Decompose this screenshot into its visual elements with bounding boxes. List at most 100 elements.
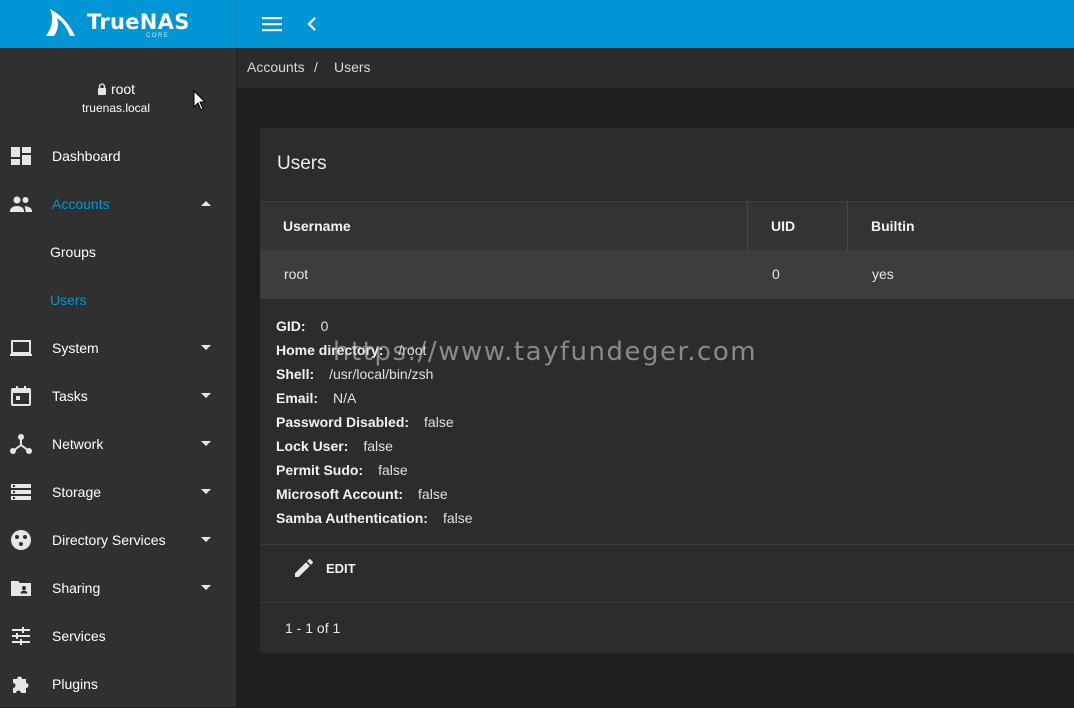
sidebar-item-storage[interactable]: Storage: [0, 468, 236, 516]
dashboard-icon: [11, 147, 31, 165]
logo-text: TrueNAS: [87, 10, 190, 34]
sidebar-item-label: Tasks: [52, 388, 88, 404]
edit-button-label: EDIT: [326, 560, 356, 576]
detail-key: Email:: [276, 390, 319, 406]
calendar-icon: [11, 386, 31, 406]
truenas-logo[interactable]: TrueNAS CORE: [0, 0, 236, 48]
chevron-left-icon: [307, 17, 316, 31]
sidebar-item-label: Network: [52, 436, 104, 452]
divider: [260, 602, 1074, 603]
sidebar-item-tasks[interactable]: Tasks: [0, 372, 236, 420]
sidebar-item-label: System: [52, 340, 99, 356]
sidebar-item-label: Groups: [50, 244, 96, 260]
sidebar-item-label: Sharing: [52, 580, 101, 596]
detail-key: Lock User:: [276, 438, 349, 454]
detail-value: 0: [320, 318, 329, 334]
detail-key: Shell:: [276, 366, 315, 382]
tune-icon: [12, 627, 30, 645]
edit-button[interactable]: EDIT: [292, 556, 356, 580]
sidebar-item-system[interactable]: System: [0, 324, 236, 372]
chevron-down-icon: [201, 345, 211, 350]
shared-folder-icon: [11, 581, 31, 596]
column-header-builtin[interactable]: Builtin: [871, 218, 915, 234]
chevron-down-icon: [201, 489, 211, 494]
detail-key: Samba Authentication:: [276, 510, 428, 526]
sidebar-item-network[interactable]: Network: [0, 420, 236, 468]
detail-permit-sudo: Permit Sudo: false: [276, 462, 473, 486]
detail-value: false: [442, 510, 473, 526]
sidebar-item-users[interactable]: Users: [0, 276, 236, 324]
detail-key: Home directory:: [276, 342, 384, 358]
chevron-down-icon: [201, 585, 211, 590]
directory-icon: [11, 530, 31, 550]
sidebar-item-dashboard[interactable]: Dashboard: [0, 132, 236, 180]
storage-icon: [11, 484, 31, 500]
detail-value: /root: [398, 342, 427, 358]
detail-gid: GID: 0: [276, 318, 473, 342]
sidebar-item-label: Directory Services: [52, 532, 166, 548]
paginator-range: 1 - 1 of 1: [285, 620, 341, 636]
truenas-fin-icon: [46, 9, 75, 36]
sidebar-item-accounts[interactable]: Accounts: [0, 180, 236, 228]
sidebar-item-directory-services[interactable]: Directory Services: [0, 516, 236, 564]
column-divider: [847, 202, 848, 250]
detail-shell: Shell: /usr/local/bin/zsh: [276, 366, 473, 390]
detail-key: Microsoft Account:: [276, 486, 404, 502]
table-row[interactable]: root 0 yes: [260, 250, 1074, 299]
sidebar-item-label: Storage: [52, 484, 102, 500]
cell-builtin: yes: [872, 266, 894, 282]
chevron-down-icon: [201, 537, 211, 542]
chevron-down-icon: [201, 393, 211, 398]
sidebar-item-services[interactable]: Services: [0, 612, 236, 660]
detail-samba-authentication: Samba Authentication: false: [276, 510, 473, 534]
pencil-icon: [295, 558, 313, 577]
detail-key: GID:: [276, 318, 306, 334]
page-title: Users: [277, 153, 327, 174]
detail-password-disabled: Password Disabled: false: [276, 414, 473, 438]
breadcrumb: Accounts / Users: [237, 48, 1074, 88]
chevron-down-icon: [201, 441, 211, 446]
mouse-cursor-icon: [193, 90, 207, 111]
cell-username: root: [284, 266, 309, 282]
column-header-username[interactable]: Username: [283, 218, 351, 234]
detail-value: /usr/local/bin/zsh: [329, 366, 434, 382]
detail-home-directory: Home directory: /root: [276, 342, 473, 366]
users-card: Users Username UID Builtin root 0 yes GI…: [260, 128, 1074, 653]
sidebar: root truenas.local Dashboard Accounts Gr…: [0, 48, 236, 707]
puzzle-icon: [13, 676, 29, 693]
cell-uid: 0: [772, 266, 780, 282]
hamburger-icon: [262, 17, 282, 32]
breadcrumb-current: Users: [334, 59, 371, 75]
detail-value: false: [378, 462, 408, 478]
sidebar-item-label: Dashboard: [52, 148, 121, 164]
topbar-divider: [236, 0, 237, 48]
user-details: GID: 0 Home directory: /root Shell: /usr/lo…: [276, 318, 473, 534]
sidebar-item-label: Users: [50, 292, 87, 308]
network-icon: [10, 434, 32, 454]
user-info: root truenas.local: [0, 48, 236, 128]
detail-key: Password Disabled:: [276, 414, 410, 430]
people-icon: [10, 196, 32, 212]
sidebar-item-label: Accounts: [52, 196, 110, 212]
detail-value: N/A: [333, 390, 357, 406]
sidebar-item-label: Plugins: [52, 676, 98, 692]
breadcrumb-accounts-link[interactable]: Accounts: [247, 59, 305, 75]
chevron-up-icon: [201, 201, 211, 206]
column-divider: [747, 202, 748, 250]
menu-toggle-button[interactable]: [258, 12, 286, 36]
detail-value: false: [418, 486, 448, 502]
breadcrumb-separator: /: [314, 59, 318, 75]
detail-email: Email: N/A: [276, 390, 473, 414]
sidebar-item-groups[interactable]: Groups: [0, 228, 236, 276]
detail-microsoft-account: Microsoft Account: false: [276, 486, 473, 510]
top-bar: TrueNAS CORE: [0, 0, 1074, 48]
table-header: Username UID Builtin: [260, 201, 1074, 250]
lock-icon: [97, 83, 106, 95]
column-header-uid[interactable]: UID: [771, 218, 795, 234]
sidebar-item-label: Services: [52, 628, 106, 644]
detail-value: false: [363, 438, 393, 454]
sidebar-item-plugins[interactable]: Plugins: [0, 660, 236, 708]
sidebar-item-sharing[interactable]: Sharing: [0, 564, 236, 612]
detail-lock-user: Lock User: false: [276, 438, 473, 462]
collapse-sidebar-button[interactable]: [302, 12, 322, 36]
